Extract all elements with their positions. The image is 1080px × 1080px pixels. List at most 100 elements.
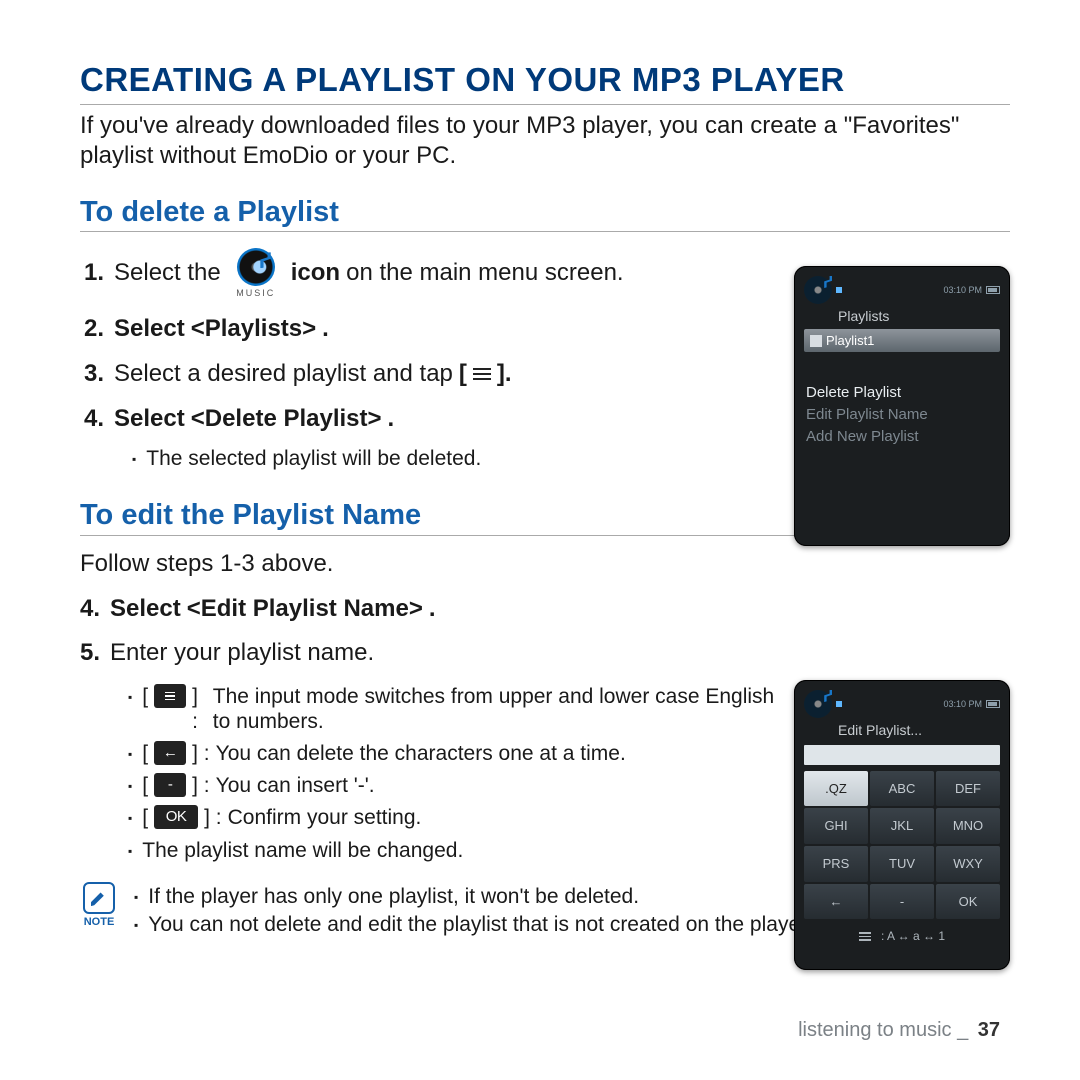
key-back: ← <box>804 884 868 920</box>
step-2-text-b: <Playlists> <box>191 315 316 344</box>
dash-button-icon: - <box>154 773 186 797</box>
device-preview-playlists: 03:10 PM Playlists Playlist1 Delete Play… <box>794 266 1010 546</box>
device-text-input <box>804 745 1000 765</box>
key-tuv: TUV <box>870 846 934 882</box>
status-square-icon <box>836 701 842 707</box>
music-icon <box>237 248 275 286</box>
key-qz: .QZ <box>804 771 868 807</box>
step-4-sub-text: The selected playlist will be deleted. <box>146 446 481 471</box>
hint-final: ▪ The playlist name will be changed. <box>128 838 780 864</box>
menu-icon <box>473 366 491 382</box>
device-time: 03:10 PM <box>943 699 982 710</box>
step-1-num: 1. <box>84 259 104 288</box>
note-badge: NOTE <box>80 882 118 929</box>
page-footer: listening to music _ 37 <box>798 1018 1000 1042</box>
device-option-edit: Edit Playlist Name <box>804 404 1000 426</box>
key-ghi: GHI <box>804 808 868 844</box>
music-icon-label: MUSIC <box>236 288 275 299</box>
hint-back: ▪ [ ← ] : You can delete the characters … <box>128 741 780 767</box>
step-2: 2. Select <Playlists>. <box>84 315 760 344</box>
bullet-icon: ▪ <box>128 684 132 710</box>
bracket-open: [ <box>459 360 467 389</box>
follow-steps: Follow steps 1-3 above. <box>80 550 780 579</box>
music-icon-block: MUSIC <box>231 248 281 299</box>
device-option-delete: Delete Playlist <box>804 382 1000 404</box>
hint-dash-text: You can insert '-'. <box>216 773 375 798</box>
step-2-text-c: . <box>322 315 329 344</box>
key-ok: OK <box>936 884 1000 920</box>
device-keypad: .QZ ABC DEF GHI JKL MNO PRS TUV WXY ← - … <box>804 771 1000 919</box>
device-option-add: Add New Playlist <box>804 426 1000 448</box>
step-1: 1. Select the MUSIC icon on the main men… <box>84 248 760 299</box>
step-2-num: 2. <box>84 315 104 344</box>
page-title: CREATING A PLAYLIST ON YOUR MP3 PLAYER <box>80 60 1010 105</box>
bullet-icon: ▪ <box>128 805 132 831</box>
key-abc: ABC <box>870 771 934 807</box>
note-icon <box>91 890 107 906</box>
device-selected-playlist-label: Playlist1 <box>826 333 874 349</box>
bullet-icon: ▪ <box>128 741 132 767</box>
note-1-text: If the player has only one playlist, it … <box>148 884 639 910</box>
bullet-icon: ▪ <box>128 773 132 799</box>
note-2-text: You can not delete and edit the playlist… <box>148 912 812 938</box>
key-jkl: JKL <box>870 808 934 844</box>
device-title: Edit Playlist... <box>838 722 1000 739</box>
music-icon <box>804 276 832 304</box>
device-preview-edit: 03:10 PM Edit Playlist... .QZ ABC DEF GH… <box>794 680 1010 970</box>
device-selected-playlist: Playlist1 <box>804 329 1000 353</box>
key-prs: PRS <box>804 846 868 882</box>
bullet-icon: ▪ <box>134 912 138 938</box>
menu-bracket: [ ]. <box>459 360 512 389</box>
bullet-icon: ▪ <box>132 446 136 472</box>
device-mode-text: : A ↔ a ↔ 1 <box>881 929 945 943</box>
step-4: 4. Select <Delete Playlist>. <box>84 405 760 434</box>
page-intro: If you've already downloaded files to yo… <box>80 111 1010 171</box>
hint-mode: ▪ [ ] : The input mode switches from upp… <box>128 684 780 734</box>
bracket-close: ]. <box>497 360 512 389</box>
edit-step-4-text-c: . <box>429 595 436 624</box>
battery-icon <box>986 700 1000 708</box>
bullet-icon: ▪ <box>134 884 138 910</box>
step-4-text-a: Select <box>114 405 185 434</box>
playlist-icon <box>810 335 822 347</box>
edit-step-4: 4. Select <Edit Playlist Name>. <box>80 595 780 624</box>
bullet-icon: ▪ <box>128 838 132 864</box>
step-4-text-b: <Delete Playlist> <box>191 405 382 434</box>
hint-dash: ▪ [ - ] : You can insert '-'. <box>128 773 780 799</box>
menu-icon <box>859 932 871 941</box>
step-1-text-c: on the main menu screen. <box>346 259 624 288</box>
edit-step-5-text: Enter your playlist name. <box>110 639 374 668</box>
step-1-text-a: Select the <box>114 259 221 288</box>
step-1-text-b: icon <box>291 259 340 288</box>
status-square-icon <box>836 287 842 293</box>
key-mno: MNO <box>936 808 1000 844</box>
note-2: ▪ You can not delete and edit the playli… <box>134 912 812 938</box>
note-1: ▪ If the player has only one playlist, i… <box>134 884 812 910</box>
edit-step-4-text-b: <Edit Playlist Name> <box>187 595 423 624</box>
follow-steps-text: Follow steps 1-3 above. <box>80 550 333 579</box>
hint-ok-text: Confirm your setting. <box>228 805 422 830</box>
note-label: NOTE <box>84 916 115 929</box>
hint-ok: ▪ [ OK ] : Confirm your setting. <box>128 805 780 831</box>
ok-button-icon: OK <box>154 805 198 829</box>
section-delete-heading: To delete a Playlist <box>80 195 1010 233</box>
step-3-text-a: Select a desired playlist and tap <box>114 360 453 389</box>
edit-step-5-num: 5. <box>80 639 100 668</box>
key-wxy: WXY <box>936 846 1000 882</box>
battery-icon <box>986 286 1000 294</box>
step-2-text-a: Select <box>114 315 185 344</box>
back-button-icon: ← <box>154 741 186 765</box>
edit-step-4-text-a: Select <box>110 595 181 624</box>
step-4-text-c: . <box>388 405 395 434</box>
key-def: DEF <box>936 771 1000 807</box>
mode-button-icon <box>154 684 186 708</box>
step-4-num: 4. <box>84 405 104 434</box>
edit-step-5: 5. Enter your playlist name. <box>80 639 780 668</box>
key-dash: - <box>870 884 934 920</box>
footer-page-number: 37 <box>978 1019 1000 1041</box>
device-title: Playlists <box>838 308 1000 325</box>
step-4-sub: ▪ The selected playlist will be deleted. <box>132 446 760 472</box>
hint-final-text: The playlist name will be changed. <box>142 838 463 863</box>
hint-mode-text: The input mode switches from upper and l… <box>213 684 780 734</box>
footer-section: listening to music _ <box>798 1019 968 1041</box>
